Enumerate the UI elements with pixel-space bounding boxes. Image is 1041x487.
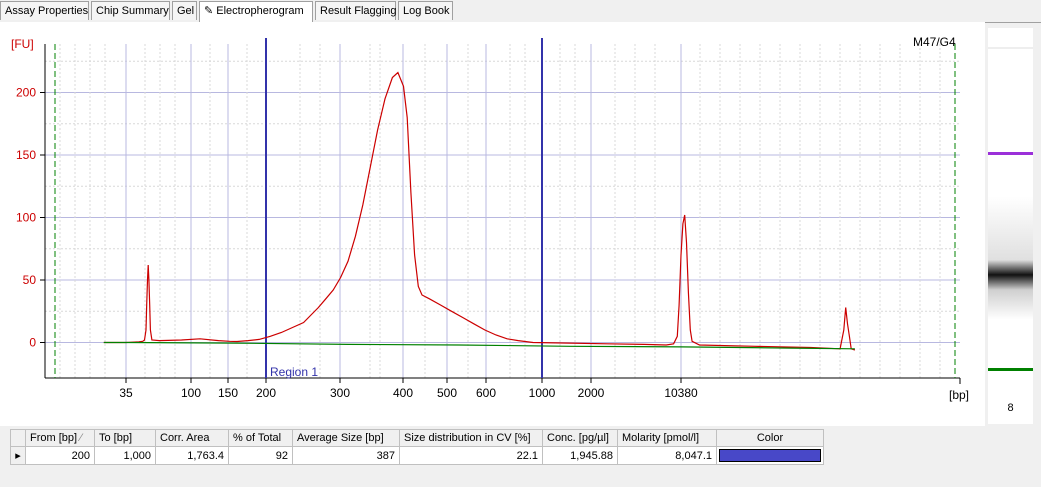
col-pct-total[interactable]: % of Total <box>228 429 293 447</box>
tab-electropherogram[interactable]: ✎ Electropherogram <box>199 1 313 22</box>
row-header-corner <box>10 429 26 447</box>
row-selector-icon[interactable]: ▸ <box>10 446 26 465</box>
col-avg-size[interactable]: Average Size [bp] <box>292 429 400 447</box>
tab-label: Electropherogram <box>216 5 304 17</box>
upper-marker-band <box>988 152 1033 155</box>
x-tick-label: 400 <box>393 386 413 400</box>
cell-cv: 22.1 <box>399 446 543 465</box>
cell-from: 200 <box>25 446 95 465</box>
tab-label: Chip Summary <box>96 5 169 17</box>
y-tick-label: 200 <box>16 86 36 100</box>
table-row[interactable]: ▸ 200 1,000 1,763.4 92 387 22.1 1,945.88… <box>10 446 824 465</box>
electropherogram-panel: 0 50 100 150 200 35 100 150 200 300 400 500 600 1000… <box>0 22 985 426</box>
col-corr-area[interactable]: Corr. Area <box>155 429 229 447</box>
x-tick-label: 500 <box>437 386 457 400</box>
y-tick-label: 100 <box>16 211 36 225</box>
x-unit-label: [bp] <box>949 388 969 402</box>
sort-icon: ⁄ <box>80 432 82 444</box>
signal-trace <box>103 71 856 351</box>
lower-marker-band <box>988 368 1033 371</box>
y-tick-label: 50 <box>23 273 37 287</box>
x-tick-label: 600 <box>476 386 496 400</box>
cell-pct-total: 92 <box>228 446 293 465</box>
col-molarity[interactable]: Molarity [pmol/l] <box>617 429 717 447</box>
electropherogram-chart: 0 50 100 150 200 35 100 150 200 300 400 500 600 1000… <box>11 35 969 402</box>
cell-molarity: 8,047.1 <box>617 446 717 465</box>
gel-lane <box>988 28 1033 424</box>
y-unit-label: [FU] <box>11 37 34 51</box>
tab-bar: Assay Properties Chip Summary Gel ✎ Elec… <box>0 0 1041 23</box>
region-label[interactable]: Region 1 <box>270 365 318 379</box>
tab-log-book[interactable]: Log Book <box>398 1 453 20</box>
cell-avg-size: 387 <box>292 446 400 465</box>
col-color[interactable]: Color <box>716 429 824 447</box>
tab-label: Result Flagging <box>320 5 397 17</box>
x-tick-label: 10380 <box>664 386 698 400</box>
gel-background <box>988 28 1033 402</box>
pen-icon: ✎ <box>204 5 214 17</box>
sample-label: M47/G4 <box>913 35 956 49</box>
tab-label: Assay Properties <box>5 5 89 17</box>
x-tick-label: 300 <box>330 386 350 400</box>
results-table-panel: From [bp] ⁄ To [bp] Corr. Area % of Tota… <box>0 426 1041 487</box>
x-tick-label: 150 <box>218 386 238 400</box>
x-tick-label: 1000 <box>529 386 556 400</box>
x-tick-label: 2000 <box>578 386 605 400</box>
x-tick-label: 35 <box>119 386 133 400</box>
col-conc[interactable]: Conc. [pg/µl] <box>542 429 618 447</box>
col-to[interactable]: To [bp] <box>94 429 156 447</box>
col-cv[interactable]: Size distribution in CV [%] <box>399 429 543 447</box>
results-table: From [bp] ⁄ To [bp] Corr. Area % of Tota… <box>10 429 824 465</box>
x-tick-label: 200 <box>256 386 276 400</box>
color-swatch[interactable] <box>719 449 821 462</box>
cell-to: 1,000 <box>94 446 156 465</box>
y-tick-label: 150 <box>16 148 36 162</box>
y-tick-label: 0 <box>29 336 36 350</box>
x-tick-label: 100 <box>181 386 201 400</box>
tab-label: Log Book <box>403 5 450 17</box>
col-from[interactable]: From [bp] ⁄ <box>25 429 95 447</box>
tab-assay-properties[interactable]: Assay Properties <box>0 1 89 20</box>
cell-corr-area: 1,763.4 <box>155 446 229 465</box>
gel-sample-number: 8 <box>1007 402 1014 414</box>
cell-color[interactable] <box>716 446 824 465</box>
cell-conc: 1,945.88 <box>542 446 618 465</box>
tab-gel[interactable]: Gel <box>172 1 197 20</box>
tab-label: Gel <box>177 5 195 17</box>
tab-result-flagging[interactable]: Result Flagging <box>315 1 396 20</box>
tab-chip-summary[interactable]: Chip Summary <box>91 1 170 20</box>
